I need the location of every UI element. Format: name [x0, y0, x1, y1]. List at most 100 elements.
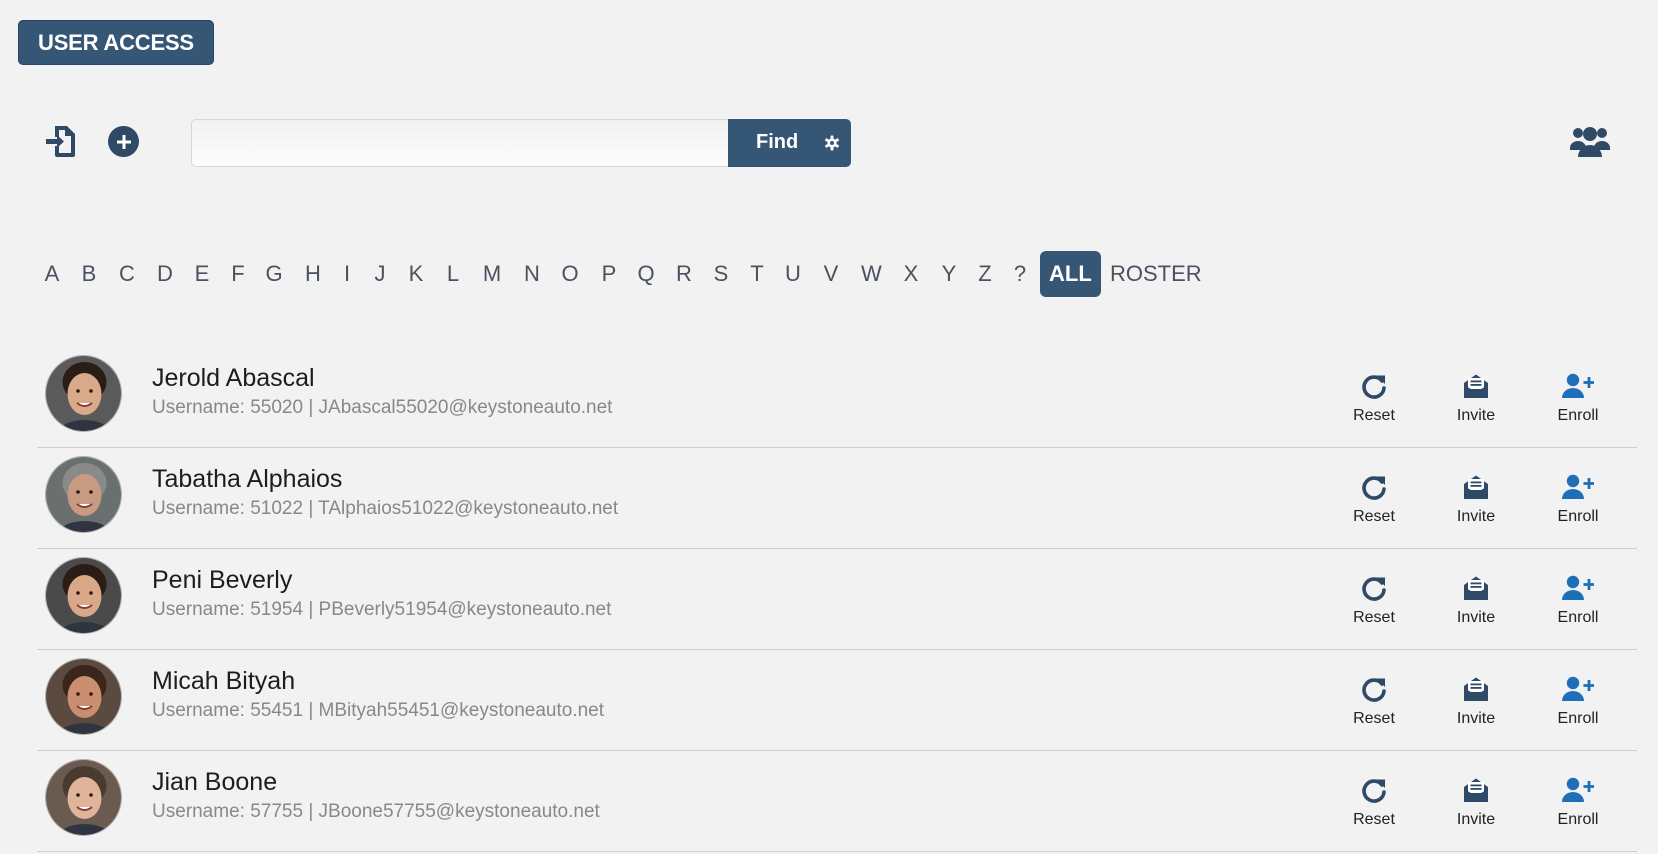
- enroll-label: Enroll: [1557, 508, 1599, 525]
- user-list: Jerold Abascal Username: 55020 | JAbasca…: [37, 347, 1637, 852]
- invite-label: Invite: [1456, 508, 1496, 525]
- letter-filter-n[interactable]: N: [522, 251, 542, 297]
- letter-filter-c[interactable]: C: [117, 251, 137, 297]
- letter-filter-b[interactable]: B: [79, 251, 99, 297]
- letter-filter-s[interactable]: S: [711, 251, 731, 297]
- redo-icon: [1362, 577, 1386, 601]
- letter-filter-a[interactable]: A: [42, 251, 62, 297]
- find-label: Find: [756, 131, 799, 153]
- letter-filter-f[interactable]: F: [228, 251, 248, 297]
- avatar: [45, 759, 122, 836]
- reset-label: Reset: [1353, 407, 1395, 424]
- user-details: Username: 51954 | PBeverly51954@keystone…: [152, 599, 612, 620]
- plus-circle-icon[interactable]: [108, 126, 139, 157]
- redo-icon: [1362, 476, 1386, 500]
- envelope-open-icon: [1464, 778, 1488, 802]
- user-row[interactable]: Micah Bityah Username: 55451 | MBityah55…: [37, 650, 1637, 751]
- user-name[interactable]: Tabatha Alphaios: [152, 465, 342, 494]
- envelope-open-icon: [1464, 576, 1488, 600]
- reset-label: Reset: [1353, 609, 1395, 626]
- enroll-label: Enroll: [1557, 407, 1599, 424]
- user-plus-icon: [1562, 575, 1594, 600]
- user-row[interactable]: Jian Boone Username: 57755 | JBoone57755…: [37, 751, 1637, 852]
- reset-label: Reset: [1353, 710, 1395, 727]
- enroll-button[interactable]: Enroll: [1543, 777, 1613, 841]
- user-plus-icon: [1562, 474, 1594, 499]
- reset-label: Reset: [1353, 811, 1395, 828]
- enroll-label: Enroll: [1557, 811, 1599, 828]
- user-name[interactable]: Jian Boone: [152, 768, 277, 797]
- letter-filter-j[interactable]: J: [370, 251, 390, 297]
- letter-filter-z[interactable]: Z: [975, 251, 995, 297]
- invite-button[interactable]: Invite: [1441, 777, 1511, 841]
- user-details: Username: 55020 | JAbascal55020@keystone…: [152, 397, 613, 418]
- letter-filter-q[interactable]: Q: [636, 251, 656, 297]
- invite-button[interactable]: Invite: [1441, 373, 1511, 437]
- user-name[interactable]: Peni Beverly: [152, 566, 292, 595]
- letter-filter-d[interactable]: D: [155, 251, 175, 297]
- user-details: Username: 57755 | JBoone57755@keystoneau…: [152, 801, 600, 822]
- letter-filter-w[interactable]: W: [861, 251, 882, 297]
- filter-roster[interactable]: ROSTER: [1110, 251, 1202, 297]
- find-button[interactable]: Find: [728, 119, 851, 167]
- avatar: [45, 557, 122, 634]
- page-title: USER ACCESS: [18, 20, 214, 65]
- file-import-icon[interactable]: [44, 123, 78, 159]
- user-name[interactable]: Jerold Abascal: [152, 364, 315, 393]
- letter-filter-m[interactable]: M: [482, 251, 502, 297]
- enroll-label: Enroll: [1557, 710, 1599, 727]
- letter-filter-e[interactable]: E: [192, 251, 212, 297]
- user-details: Username: 55451 | MBityah55451@keystonea…: [152, 700, 605, 721]
- letter-filter-u[interactable]: U: [783, 251, 803, 297]
- user-plus-icon: [1562, 373, 1594, 398]
- reset-button[interactable]: Reset: [1339, 777, 1409, 841]
- invite-label: Invite: [1456, 609, 1496, 626]
- letter-filter-k[interactable]: K: [406, 251, 426, 297]
- reset-button[interactable]: Reset: [1339, 676, 1409, 740]
- user-row[interactable]: Jerold Abascal Username: 55020 | JAbasca…: [37, 347, 1637, 448]
- invite-button[interactable]: Invite: [1441, 575, 1511, 639]
- users-group-icon[interactable]: [1570, 124, 1610, 158]
- invite-label: Invite: [1456, 811, 1496, 828]
- user-row[interactable]: Peni Beverly Username: 51954 | PBeverly5…: [37, 549, 1637, 650]
- reset-button[interactable]: Reset: [1339, 474, 1409, 538]
- envelope-open-icon: [1464, 677, 1488, 701]
- enroll-button[interactable]: Enroll: [1543, 676, 1613, 740]
- letter-filter-r[interactable]: R: [674, 251, 694, 297]
- envelope-open-icon: [1464, 374, 1488, 398]
- avatar: [45, 456, 122, 533]
- search-input[interactable]: [191, 119, 729, 167]
- user-name[interactable]: Micah Bityah: [152, 667, 295, 696]
- letter-filter-p[interactable]: P: [599, 251, 619, 297]
- reset-button[interactable]: Reset: [1339, 373, 1409, 437]
- letter-filter-g[interactable]: G: [264, 251, 284, 297]
- avatar: [45, 658, 122, 735]
- letter-filter-other[interactable]: ?: [1010, 251, 1030, 297]
- reset-button[interactable]: Reset: [1339, 575, 1409, 639]
- gear-icon[interactable]: [824, 135, 840, 151]
- reset-label: Reset: [1353, 508, 1395, 525]
- envelope-open-icon: [1464, 475, 1488, 499]
- letter-filter-h[interactable]: H: [303, 251, 323, 297]
- letter-filter-y[interactable]: Y: [939, 251, 959, 297]
- invite-button[interactable]: Invite: [1441, 474, 1511, 538]
- filter-all[interactable]: ALL: [1040, 251, 1101, 297]
- redo-icon: [1362, 678, 1386, 702]
- letter-filter-t[interactable]: T: [747, 251, 767, 297]
- user-row[interactable]: Tabatha Alphaios Username: 51022 | TAlph…: [37, 448, 1637, 549]
- letter-filter-o[interactable]: O: [560, 251, 580, 297]
- enroll-button[interactable]: Enroll: [1543, 575, 1613, 639]
- redo-icon: [1362, 375, 1386, 399]
- user-plus-icon: [1562, 777, 1594, 802]
- invite-button[interactable]: Invite: [1441, 676, 1511, 740]
- letter-filter-v[interactable]: V: [821, 251, 841, 297]
- invite-label: Invite: [1456, 710, 1496, 727]
- enroll-button[interactable]: Enroll: [1543, 373, 1613, 437]
- invite-label: Invite: [1456, 407, 1496, 424]
- letter-filter-x[interactable]: X: [901, 251, 921, 297]
- enroll-label: Enroll: [1557, 609, 1599, 626]
- letter-filter-l[interactable]: L: [443, 251, 463, 297]
- enroll-button[interactable]: Enroll: [1543, 474, 1613, 538]
- letter-filter-i[interactable]: I: [337, 251, 357, 297]
- redo-icon: [1362, 779, 1386, 803]
